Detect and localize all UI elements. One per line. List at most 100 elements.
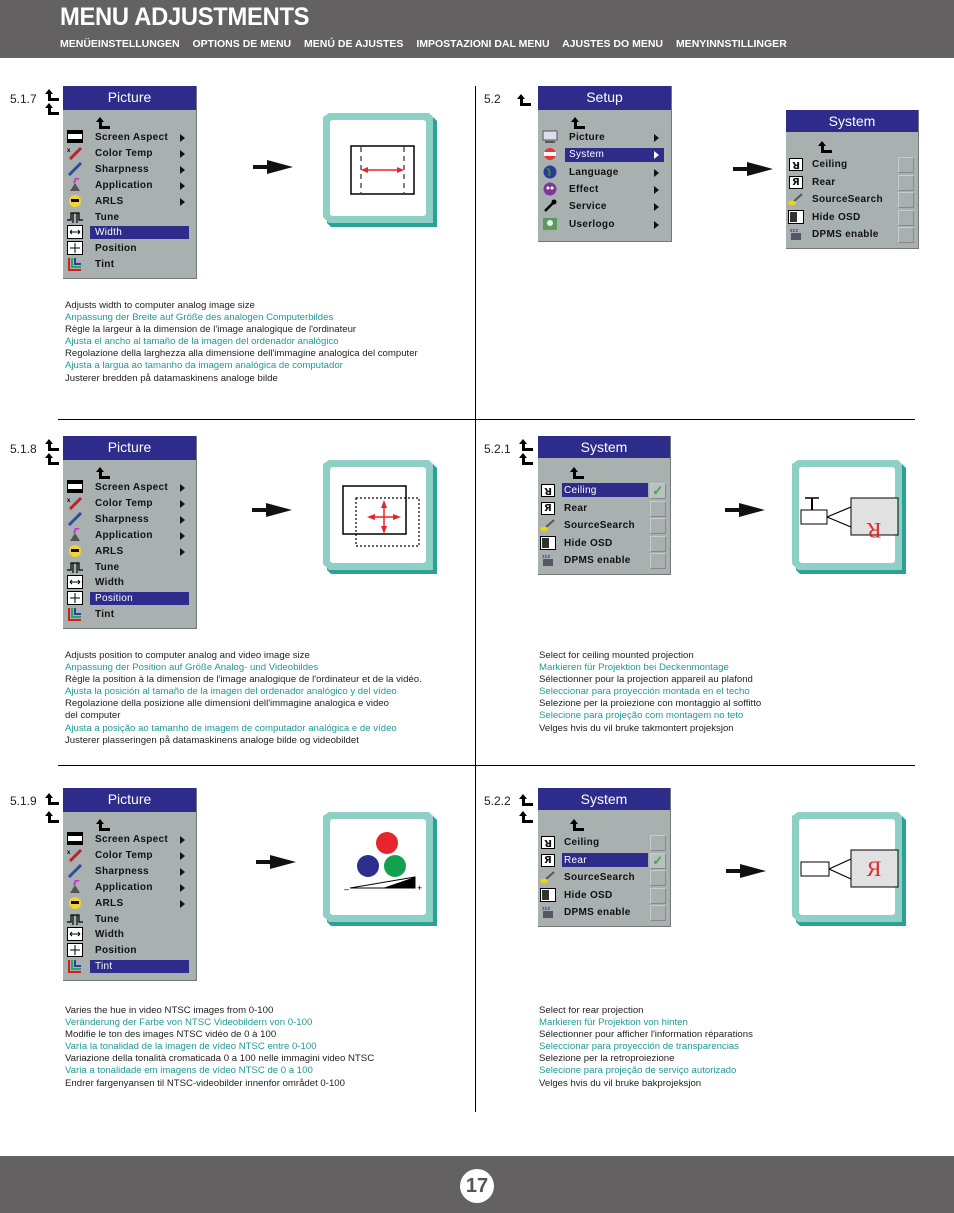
position-icon xyxy=(67,591,83,606)
menu-item-tint[interactable]: Tint xyxy=(63,959,196,974)
sun-icon xyxy=(67,896,83,910)
menu-item-effect[interactable]: Effect xyxy=(538,182,671,197)
source-search-icon xyxy=(788,192,804,206)
menu-item-width[interactable]: Width xyxy=(63,927,196,942)
svg-text:–: – xyxy=(344,884,349,894)
menu-item-screen-aspect[interactable]: Screen Aspect xyxy=(63,832,196,847)
subtitle-pt: AJUSTES DO MENU xyxy=(562,38,664,50)
checkbox[interactable] xyxy=(650,518,666,534)
checkbox[interactable] xyxy=(650,835,666,851)
menu-item-ceiling[interactable]: R Ceiling xyxy=(538,835,670,851)
menu-back-icon[interactable] xyxy=(571,116,585,129)
menu-item-color-temp[interactable]: x Color Temp xyxy=(63,146,196,161)
checkbox[interactable] xyxy=(898,157,914,173)
checkbox[interactable] xyxy=(898,209,914,226)
description-line-en: Adjusts position to computer analog and … xyxy=(65,650,310,661)
checkbox[interactable] xyxy=(898,227,914,243)
menu-item-hide-osd[interactable]: Hide OSD xyxy=(538,887,670,904)
menu-back-icon[interactable] xyxy=(96,818,110,831)
menu-item-application[interactable]: Application xyxy=(63,878,196,895)
hide-osd-icon xyxy=(540,535,556,550)
menu-item-tint[interactable]: Tint xyxy=(63,607,196,622)
checkbox[interactable] xyxy=(650,887,666,904)
menu-item-sourcesearch[interactable]: SourceSearch xyxy=(538,518,670,534)
menu-item-color-temp[interactable]: x Color Temp xyxy=(63,496,196,511)
checkbox[interactable] xyxy=(898,192,914,208)
menu-item-sharpness[interactable]: Sharpness xyxy=(63,511,196,527)
dpms-icon: zzz xyxy=(540,553,556,567)
description: Adjusts position to computer analog and … xyxy=(65,650,422,747)
menu-item-language[interactable]: Language xyxy=(538,165,671,180)
menu-item-label: Hide OSD xyxy=(564,889,613,901)
menu-item-picture[interactable]: Picture xyxy=(538,130,671,145)
menu-item-arls[interactable]: ARLS xyxy=(63,896,196,911)
menu-item-sourcesearch[interactable]: SourceSearch xyxy=(538,870,670,886)
menu-item-width[interactable]: Width xyxy=(63,225,196,240)
menu-item-position[interactable]: Position xyxy=(63,591,196,606)
menu-item-color-temp[interactable]: x Color Temp xyxy=(63,848,196,863)
menu-item-label: Effect xyxy=(569,183,599,195)
menu-item-label: Color Temp xyxy=(95,849,153,861)
menu-item-dpms-enable[interactable]: zzz DPMS enable xyxy=(538,553,670,569)
menu-item-width[interactable]: Width xyxy=(63,575,196,590)
menu-back-icon[interactable] xyxy=(96,466,110,479)
menu-item-arls[interactable]: ARLS xyxy=(63,544,196,559)
checkbox[interactable]: ✓ xyxy=(650,852,666,869)
description-line-no: Velges hvis du vil bruke takmontert proj… xyxy=(539,722,734,734)
position-illustration xyxy=(323,460,437,574)
menu-item-userlogo[interactable]: Userlogo xyxy=(538,217,671,232)
description-line-de: Anpassung der Breite auf Größe des analo… xyxy=(65,312,334,324)
menu-item-system[interactable]: System xyxy=(538,147,671,162)
menu-item-position[interactable]: Position xyxy=(63,241,196,256)
description-line-no: Endrer fargenyansen til NTSC-videobilder… xyxy=(65,1077,345,1089)
subtitle-es: MENÚ DE AJUSTES xyxy=(304,38,404,50)
menu-item-sourcesearch[interactable]: SourceSearch xyxy=(786,192,918,208)
screen-aspect-icon xyxy=(67,832,83,846)
menu-item-label: Userlogo xyxy=(569,218,615,230)
menu-item-service[interactable]: Service xyxy=(538,199,671,214)
menu-item-tune[interactable]: Tune xyxy=(63,560,196,575)
menu-item-screen-aspect[interactable]: Screen Aspect xyxy=(63,130,196,145)
menu-item-rear[interactable]: Я Rear ✓ xyxy=(538,852,670,869)
menu-item-label: ARLS xyxy=(95,195,124,207)
back-arrow-icon xyxy=(517,93,531,106)
menu-item-tint[interactable]: Tint xyxy=(63,257,196,272)
menu-item-label: SourceSearch xyxy=(564,520,635,531)
menu-item-tune[interactable]: Tune xyxy=(63,210,196,225)
menu-item-hide-osd[interactable]: Hide OSD xyxy=(538,535,670,552)
source-search-icon xyxy=(540,870,556,884)
menu-back-icon[interactable] xyxy=(96,116,110,129)
checkbox[interactable] xyxy=(650,535,666,552)
menu-item-application[interactable]: Application xyxy=(63,526,196,543)
menu-item-arls[interactable]: ARLS xyxy=(63,194,196,209)
menu-back-icon[interactable] xyxy=(570,466,584,479)
checkbox[interactable]: ✓ xyxy=(650,483,666,499)
checkbox[interactable] xyxy=(650,500,666,517)
menu-back-icon[interactable] xyxy=(570,818,584,831)
subtitle-no: MENYINNSTILLINGER xyxy=(675,38,787,50)
checkbox[interactable] xyxy=(650,553,666,569)
menu-item-position[interactable]: Position xyxy=(63,943,196,958)
section-number: 5.2.1 xyxy=(484,442,511,456)
menu-item-ceiling[interactable]: R Ceiling ✓ xyxy=(538,483,670,499)
menu-item-tune[interactable]: Tune xyxy=(63,912,196,927)
menu-item-screen-aspect[interactable]: Screen Aspect xyxy=(63,480,196,495)
tint-icon xyxy=(67,607,83,622)
menu-title: Picture xyxy=(63,788,196,812)
checkbox[interactable] xyxy=(898,174,914,191)
menu-item-dpms-enable[interactable]: zzz DPMS enable xyxy=(786,227,918,243)
menu-item-ceiling[interactable]: R Ceiling xyxy=(786,157,918,173)
menu-item-sharpness[interactable]: Sharpness xyxy=(63,863,196,879)
section-number: 5.1.7 xyxy=(10,92,37,106)
checkbox[interactable] xyxy=(650,905,666,921)
menu-item-rear[interactable]: Я Rear xyxy=(538,500,670,517)
menu-item-dpms-enable[interactable]: zzz DPMS enable xyxy=(538,905,670,921)
menu-item-application[interactable]: Application xyxy=(63,176,196,193)
menu-item-rear[interactable]: Я Rear xyxy=(786,174,918,191)
checkbox[interactable] xyxy=(650,870,666,886)
menu-item-sharpness[interactable]: Sharpness xyxy=(63,161,196,177)
menu-item-label: Color Temp xyxy=(95,497,153,509)
submenu-arrow-icon xyxy=(654,134,659,142)
menu-item-hide-osd[interactable]: Hide OSD xyxy=(786,209,918,226)
menu-back-icon[interactable] xyxy=(818,140,832,153)
